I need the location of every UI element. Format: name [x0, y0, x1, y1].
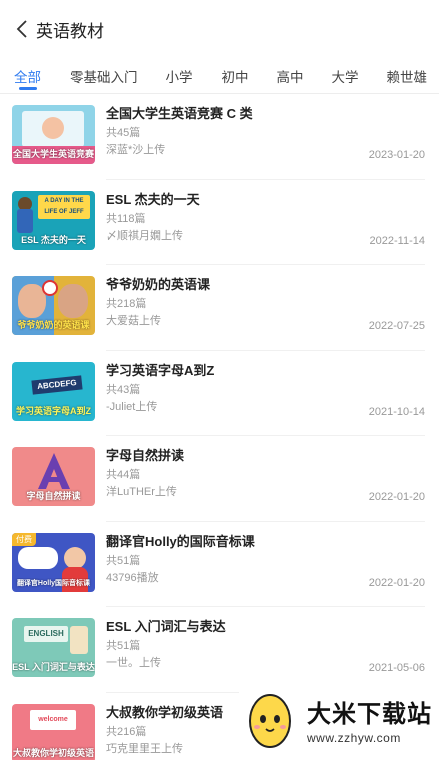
lesson-count: 共51篇 [106, 640, 141, 652]
thumbnail-caption: 大叔教你学初级英语 [12, 747, 94, 758]
egg-mascot-icon [249, 694, 291, 748]
course-title: 翻译官Holly的国际音标课 [106, 533, 255, 549]
course-thumbnail: 字母自然拼读 [12, 447, 95, 506]
thumbnail-caption: 学习英语字母A到Z [16, 405, 91, 416]
list-item[interactable]: A DAY IN THE LIFE OF JEFF ESL 杰夫的一天 ESL … [12, 180, 439, 266]
list-item[interactable]: ABCDEFG 学习英语字母A到Z 学习英语字母A到Z 共43篇 -Juliet… [12, 351, 439, 437]
upload-date: 2022-01-20 [368, 576, 425, 589]
course-thumbnail: 爷爷奶奶的英语课 [12, 276, 95, 335]
watermark-name: 大米下载站 [307, 700, 432, 728]
thumbnail-banner: A DAY IN THE LIFE OF JEFF [38, 194, 90, 219]
thumbnail-caption: 全国大学生英语竞赛 [12, 149, 94, 159]
lesson-count: 共45篇 [106, 127, 141, 139]
course-thumbnail: A DAY IN THE LIFE OF JEFF ESL 杰夫的一天 [12, 190, 95, 250]
page-title: 英语教材 [36, 21, 104, 41]
tab-all[interactable]: 全部 [14, 58, 41, 94]
list-item[interactable]: 全国大学生英语竞赛 全国大学生英语竞赛 C 类 共45篇 深蓝*沙上传 2023… [12, 94, 439, 180]
upload-date: 2022-01-20 [368, 491, 425, 503]
upload-date: 2022-11-14 [369, 234, 425, 247]
course-thumbnail: welcome 大叔教你学初级英语 [12, 703, 95, 760]
tab-beginner[interactable]: 零基础入门 [70, 58, 138, 94]
thumbnail-caption: ESL 杰夫的一天 [21, 234, 86, 245]
upload-date: 2021-05-06 [368, 662, 425, 674]
lesson-count: 共43篇 [106, 383, 141, 396]
watermark-url: www.zzhyw.com [307, 730, 401, 745]
upload-date: 2023-01-20 [368, 149, 425, 161]
list-item[interactable]: 字母自然拼读 字母自然拼读 共44篇 洋LuTHEr上传 2022-01-20 [12, 436, 439, 522]
upload-date: 2021-10-14 [368, 405, 425, 418]
thumbnail-caption: 翻译官Holly国际音标课 [16, 579, 91, 587]
top-bar: 英语教材 [0, 0, 439, 58]
lesson-count: 共118篇 [106, 212, 146, 225]
tab-junior-high[interactable]: 初中 [222, 58, 249, 94]
thumbnail-banner: ABCDEFG [31, 374, 83, 395]
thumbnail-banner: ENGLISH [24, 626, 68, 642]
paid-badge: 付费 [12, 532, 36, 546]
course-thumbnail: ABCDEFG 学习英语字母A到Z [12, 361, 95, 421]
list-item[interactable]: 爷爷奶奶的英语课 爷爷奶奶的英语课 共218篇 大爱菇上传 2022-07-25 [12, 265, 439, 351]
letter-a-icon [38, 453, 70, 489]
lesson-count: 共51篇 [106, 554, 141, 567]
course-title: ESL 入门词汇与表达 [106, 619, 226, 634]
list-item[interactable]: 付费 翻译官Holly国际音标课 翻译官Holly的国际音标课 共51篇 437… [12, 522, 439, 608]
lesson-count: 共218篇 [106, 298, 147, 310]
course-title: 全国大学生英语竞赛 C 类 [106, 106, 253, 121]
site-watermark: 大米下载站 www.zzhyw.com [239, 678, 439, 760]
tab-lai-shixiong[interactable]: 赖世雄 [387, 58, 428, 94]
course-title: 学习英语字母A到Z [106, 362, 215, 378]
course-title: 字母自然拼读 [106, 448, 185, 463]
tab-primary[interactable]: 小学 [166, 58, 193, 94]
course-thumbnail: 全国大学生英语竞赛 [12, 105, 95, 164]
thumbnail-caption: ESL 入门词汇与表达 [12, 662, 95, 672]
thumbnail-caption: 字母自然拼读 [26, 491, 81, 501]
course-thumbnail: ENGLISH ESL 入门词汇与表达 [12, 618, 95, 677]
lesson-count: 共44篇 [106, 469, 141, 481]
tab-university[interactable]: 大学 [332, 58, 359, 94]
upload-date: 2022-07-25 [368, 320, 425, 332]
course-thumbnail: 付费 翻译官Holly国际音标课 [12, 532, 95, 592]
course-title: ESL 杰夫的一天 [106, 191, 200, 207]
course-title: 爷爷奶奶的英语课 [106, 277, 211, 292]
category-tabs: 全部 零基础入门 小学 初中 高中 大学 赖世雄 [0, 58, 439, 94]
thumbnail-caption: 爷爷奶奶的英语课 [17, 320, 90, 330]
chevron-left-icon[interactable] [12, 17, 32, 41]
tab-senior-high[interactable]: 高中 [277, 58, 304, 94]
textbook-list: 全国大学生英语竞赛 全国大学生英语竞赛 C 类 共45篇 深蓝*沙上传 2023… [0, 94, 439, 760]
thumbnail-banner: welcome [30, 709, 76, 730]
